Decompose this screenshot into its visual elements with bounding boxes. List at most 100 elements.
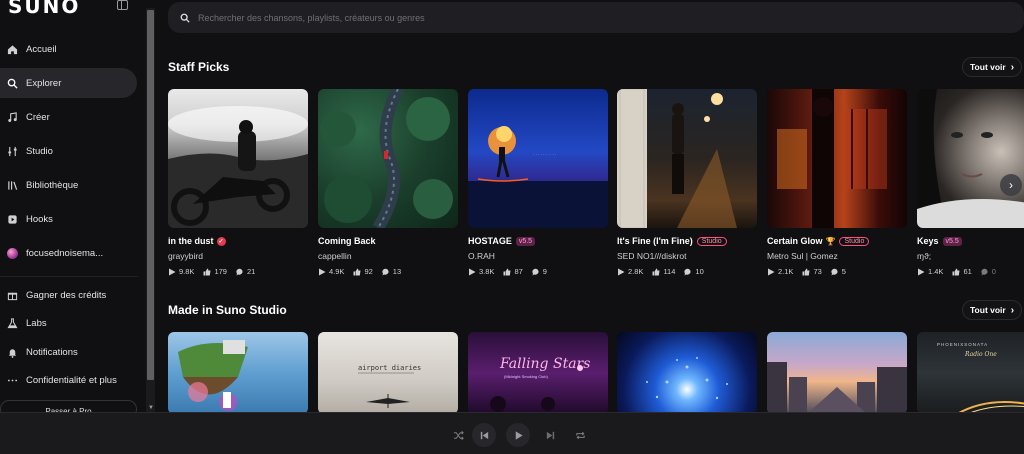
scroll-down-icon[interactable]: ▼: [148, 405, 154, 411]
sidebar-item-label: Studio: [26, 145, 53, 157]
song-artist[interactable]: O.RAH: [468, 251, 608, 261]
like-icon[interactable]: [503, 268, 511, 276]
song-cover[interactable]: PHOENIXSONATA Radio One: [917, 332, 1024, 414]
song-card[interactable]: in the dust ✓ grayybird 9.8K 179 21: [168, 89, 308, 276]
song-card[interactable]: Coming Back cappellin 4.9K 92 13: [318, 89, 458, 276]
see-all-staff-picks-button[interactable]: Tout voir ›: [962, 57, 1022, 77]
play-count-icon: [918, 268, 925, 275]
sidebar-item-studio[interactable]: Studio: [0, 136, 137, 166]
song-card[interactable]: [617, 332, 757, 414]
cover-text: PHOENIXSONATA: [937, 342, 988, 347]
sidebar-item-accueil[interactable]: Accueil: [0, 34, 137, 64]
sidebar-item-label: Confidentialité et plus: [26, 374, 117, 386]
song-card[interactable]: It's Fine (I'm Fine) Studio SED NO1///dis…: [617, 89, 757, 276]
song-artist[interactable]: cappellin: [318, 251, 458, 261]
see-all-label: Tout voir: [970, 62, 1006, 72]
chevron-right-icon: ›: [1009, 178, 1013, 192]
comment-icon[interactable]: [831, 268, 839, 276]
repeat-icon: [575, 431, 585, 439]
song-artist[interactable]: grayybird: [168, 251, 308, 261]
sidebar-item-hooks[interactable]: Hooks: [0, 204, 137, 234]
sidebar-item-label: Explorer: [26, 77, 62, 89]
like-icon[interactable]: [802, 268, 810, 276]
sidebar-item-profile[interactable]: focusednoisema...: [0, 238, 137, 268]
song-title[interactable]: in the dust: [168, 236, 214, 246]
repeat-button[interactable]: [568, 423, 592, 447]
song-artist[interactable]: ɱϑ;: [917, 251, 1024, 261]
like-icon[interactable]: [652, 268, 660, 276]
song-cover[interactable]: airport diaries: [318, 332, 458, 414]
shuffle-button[interactable]: [446, 423, 470, 447]
song-artist[interactable]: SED NO1///diskrot: [617, 251, 757, 261]
song-cover[interactable]: [617, 332, 757, 414]
verified-badge-icon: ✓: [216, 236, 226, 246]
comment-icon[interactable]: [382, 268, 390, 276]
song-cover[interactable]: [168, 89, 308, 228]
search-input[interactable]: [198, 12, 798, 23]
song-title[interactable]: It's Fine (I'm Fine): [617, 236, 693, 246]
like-count: 61: [963, 267, 972, 276]
cover-subtext: (Midnight Smoking Club): [504, 374, 548, 379]
song-cover[interactable]: [917, 89, 1024, 228]
song-card[interactable]: · · · · · · · · · · HOSTAGE v5.5 O.RAH 3.…: [468, 89, 608, 276]
song-card[interactable]: airport diaries: [318, 332, 458, 414]
sidebar-scrollbar-thumb[interactable]: [147, 10, 154, 380]
sidebar-item-labs[interactable]: Labs: [0, 308, 137, 338]
carousel-next-button[interactable]: ›: [1000, 174, 1022, 196]
comment-icon[interactable]: [981, 268, 989, 276]
comment-icon[interactable]: [684, 268, 692, 276]
song-card[interactable]: Falling Stars (Midnight Smoking Club): [468, 332, 608, 414]
song-title[interactable]: Certain Glow: [767, 236, 823, 246]
cover-text: airport diaries: [358, 364, 421, 372]
trophy-icon: 🏆: [825, 236, 836, 246]
see-all-studio-button[interactable]: Tout voir ›: [962, 300, 1022, 320]
sidebar-item-credits[interactable]: Gagner des crédits: [0, 280, 137, 310]
play-button[interactable]: [506, 423, 530, 447]
song-title[interactable]: Keys: [917, 236, 939, 246]
play-count-icon: [618, 268, 625, 275]
sidebar-item-bibliotheque[interactable]: Bibliothèque: [0, 170, 137, 200]
sidebar-item-explorer[interactable]: Explorer: [0, 68, 137, 98]
search-icon: [180, 13, 190, 23]
song-cover[interactable]: [168, 332, 308, 414]
song-card[interactable]: [767, 332, 907, 414]
song-cover[interactable]: Falling Stars (Midnight Smoking Club): [468, 332, 608, 414]
like-count: 179: [214, 267, 227, 276]
like-icon[interactable]: [952, 268, 960, 276]
song-title[interactable]: HOSTAGE: [468, 236, 512, 246]
comment-count: 21: [246, 267, 256, 276]
song-artist[interactable]: Metro Sul | Gomez: [767, 251, 907, 261]
song-cover[interactable]: [617, 89, 757, 228]
song-card[interactable]: PHOENIXSONATA Radio One: [917, 332, 1024, 414]
like-count: 92: [364, 267, 373, 276]
suno-logo[interactable]: SUNO: [8, 0, 80, 18]
play-count-icon: [768, 268, 775, 275]
song-card[interactable]: [168, 332, 308, 414]
like-icon[interactable]: [203, 268, 211, 276]
like-icon[interactable]: [353, 268, 361, 276]
sidebar-item-label: Créer: [26, 111, 50, 123]
comment-icon[interactable]: [532, 268, 540, 276]
bell-icon: [6, 346, 18, 358]
section-title-staff-picks: Staff Picks: [168, 60, 230, 74]
comment-count: 5: [841, 267, 846, 276]
sidebar-collapse-icon[interactable]: [117, 0, 128, 10]
sidebar-item-notifications[interactable]: Notifications: [0, 337, 137, 367]
sidebar-item-label: focusednoisema...: [26, 247, 104, 259]
song-cover[interactable]: [767, 332, 907, 414]
song-title[interactable]: Coming Back: [318, 236, 376, 246]
sidebar-item-creer[interactable]: Créer: [0, 102, 137, 132]
song-card[interactable]: Certain Glow 🏆 Studio Metro Sul | Gomez 2.…: [767, 89, 907, 276]
section-title-made-in-suno-studio: Made in Suno Studio: [168, 303, 287, 317]
previous-button[interactable]: [472, 423, 496, 447]
next-icon: [546, 431, 554, 439]
sidebar-item-privacy[interactable]: Confidentialité et plus: [0, 365, 137, 395]
svg-text:· · · · · · · · · ·: · · · · · · · · · ·: [533, 152, 556, 157]
song-cover[interactable]: [767, 89, 907, 228]
next-button[interactable]: [538, 423, 562, 447]
comment-icon[interactable]: [236, 268, 244, 276]
song-cover[interactable]: [318, 89, 458, 228]
song-cover[interactable]: · · · · · · · · · ·: [468, 89, 608, 228]
player-bar: [0, 412, 1024, 454]
search-bar[interactable]: [168, 2, 1024, 33]
